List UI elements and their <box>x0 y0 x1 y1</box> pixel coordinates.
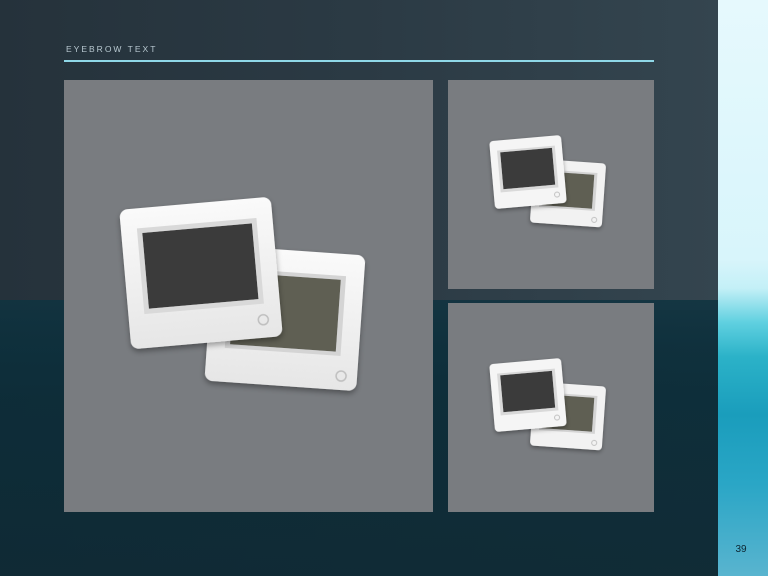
image-placeholder-large[interactable] <box>64 80 433 512</box>
title-rule <box>64 60 654 62</box>
side-accent-strip <box>718 0 768 576</box>
photo-slides-icon <box>489 135 606 228</box>
eyebrow-text: EYEBROW TEXT <box>66 44 158 54</box>
photo-slides-icon <box>489 358 606 451</box>
slide: EYEBROW TEXT 39 <box>0 0 768 576</box>
photo-slides-icon <box>119 197 366 391</box>
image-placeholder-small-top[interactable] <box>448 80 654 289</box>
image-placeholder-small-bottom[interactable] <box>448 303 654 512</box>
page-number: 39 <box>735 544 747 555</box>
